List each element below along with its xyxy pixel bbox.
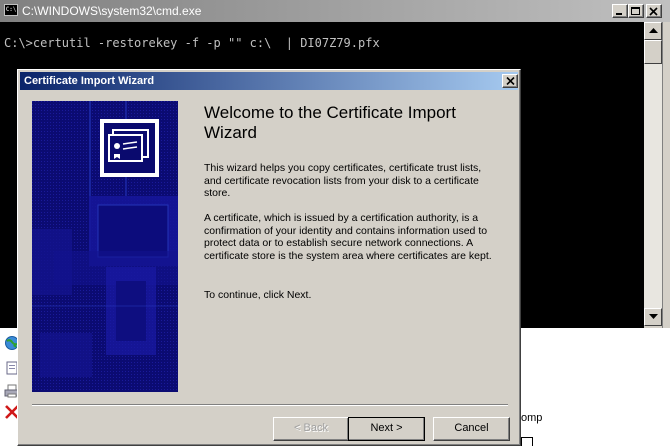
wizard-titlebar[interactable]: Certificate Import Wizard — [20, 72, 518, 90]
minimize-button[interactable] — [612, 4, 628, 18]
maximize-icon — [631, 7, 640, 15]
wizard-close-button[interactable] — [502, 74, 518, 88]
wizard-definition-paragraph: A certificate, which is issued by a cert… — [204, 212, 492, 262]
certificate-icon — [100, 119, 159, 177]
scroll-thumb[interactable] — [644, 40, 662, 64]
back-button[interactable]: < Back — [273, 417, 349, 441]
wizard-heading: Welcome to the Certificate Import Wizard — [204, 103, 456, 142]
scroll-up-button[interactable] — [644, 22, 662, 40]
console-icon[interactable]: C:\ — [4, 4, 18, 16]
console-scrollbar[interactable] — [644, 22, 662, 326]
arrow-down-icon — [649, 314, 658, 319]
scroll-down-button[interactable] — [644, 308, 662, 326]
arrow-up-icon — [649, 28, 658, 33]
wizard-title: Certificate Import Wizard — [24, 75, 155, 87]
close-button[interactable] — [646, 4, 662, 18]
cmd-titlebar[interactable]: C:\ C:\WINDOWS\system32\cmd.exe — [0, 0, 670, 22]
wizard-banner-graphic — [32, 101, 178, 392]
cmd-window-title: C:\WINDOWS\system32\cmd.exe — [22, 4, 202, 18]
wizard-separator — [32, 404, 508, 406]
certificate-import-wizard-dialog: Certificate Import Wizard Welcome to the… — [17, 69, 521, 446]
background-partial-text: omp — [521, 412, 543, 424]
wizard-intro-paragraph: This wizard helps you copy certificates,… — [204, 162, 482, 199]
close-icon — [649, 7, 658, 16]
cancel-button[interactable]: Cancel — [433, 417, 510, 441]
command-line-text: C:\>certutil -restorekey -f -p "" c:\ | … — [4, 36, 380, 50]
background-checkbox-fragment — [521, 437, 533, 446]
wizard-continue-instruction: To continue, click Next. — [204, 289, 312, 301]
minimize-icon — [616, 13, 622, 15]
close-icon — [506, 77, 515, 85]
window-frame — [662, 22, 670, 328]
maximize-button[interactable] — [628, 4, 644, 18]
next-button[interactable]: Next > — [348, 417, 425, 441]
